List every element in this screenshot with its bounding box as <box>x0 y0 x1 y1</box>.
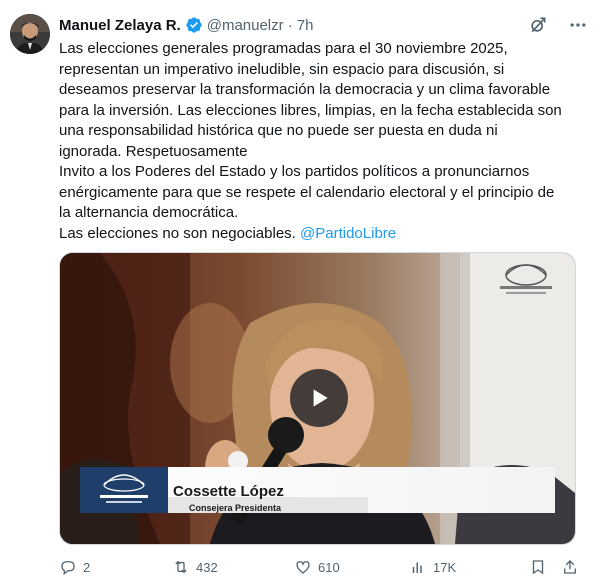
views-chart-icon <box>412 562 422 573</box>
tweet-line: Las elecciones generales programadas par… <box>59 40 508 57</box>
avatar[interactable] <box>10 14 50 54</box>
bookmark-icon <box>532 560 544 575</box>
mention-link[interactable]: @PartidoLibre <box>300 225 396 242</box>
tweet-text: Las elecciones generales programadas par… <box>59 39 585 244</box>
repost-icon <box>175 560 187 574</box>
repost-count: 432 <box>196 559 218 575</box>
tweet-line: deseamos preservar la transformación la … <box>59 81 551 98</box>
video-player[interactable]: Cossette López Consejera Presidenta <box>59 252 576 545</box>
like-button[interactable]: 610 <box>294 558 340 576</box>
views-count: 17K <box>433 559 457 575</box>
bookmark-button[interactable] <box>529 558 547 576</box>
play-button[interactable] <box>290 369 348 427</box>
grok-icon[interactable] <box>528 15 548 35</box>
tweet-line: para la inversión. Las elecciones libres… <box>59 101 562 119</box>
share-button[interactable] <box>561 558 579 576</box>
views-button[interactable]: 17K <box>409 558 456 576</box>
author-name[interactable]: Manuel Zelaya R. <box>59 17 181 34</box>
tweet-line-last: Las elecciones no son negociables. @Part… <box>59 224 585 245</box>
like-count: 610 <box>318 559 340 575</box>
tweet-line: ignorada. Respetuosamente <box>59 142 248 160</box>
verified-badge-icon <box>186 17 202 33</box>
tweet-line: enérgicamente para que se respete el cal… <box>59 183 555 201</box>
tweet-time[interactable]: · 7h <box>288 17 314 34</box>
tweet-line: Invito a los Poderes del Estado y los pa… <box>59 163 530 180</box>
tweet-header: Manuel Zelaya R. @manuelzr · 7h <box>59 14 314 36</box>
lower-third-role: Consejera Presidenta <box>189 503 282 513</box>
tweet-last-text: Las elecciones no son negociables. <box>59 224 296 242</box>
tweet-line: representan un imperativo ineludible, si… <box>59 60 505 78</box>
reply-icon <box>61 561 75 576</box>
play-icon <box>313 389 328 407</box>
top-actions <box>528 15 588 35</box>
tweet-line: una responsabilidad histórica que no pue… <box>59 122 498 139</box>
heart-icon <box>296 561 310 574</box>
tweet-line: la alternancia democrática. <box>59 204 239 221</box>
author-handle[interactable]: @manuelzr <box>207 17 284 34</box>
lower-third-name: Cossette López <box>173 483 284 500</box>
reply-button[interactable]: 2 <box>59 558 90 576</box>
repost-button[interactable]: 432 <box>172 558 218 576</box>
more-options-icon[interactable] <box>568 15 588 35</box>
tweet-actions: 2 432 610 17K <box>59 558 585 580</box>
reply-count: 2 <box>83 559 91 575</box>
share-icon <box>564 560 576 574</box>
